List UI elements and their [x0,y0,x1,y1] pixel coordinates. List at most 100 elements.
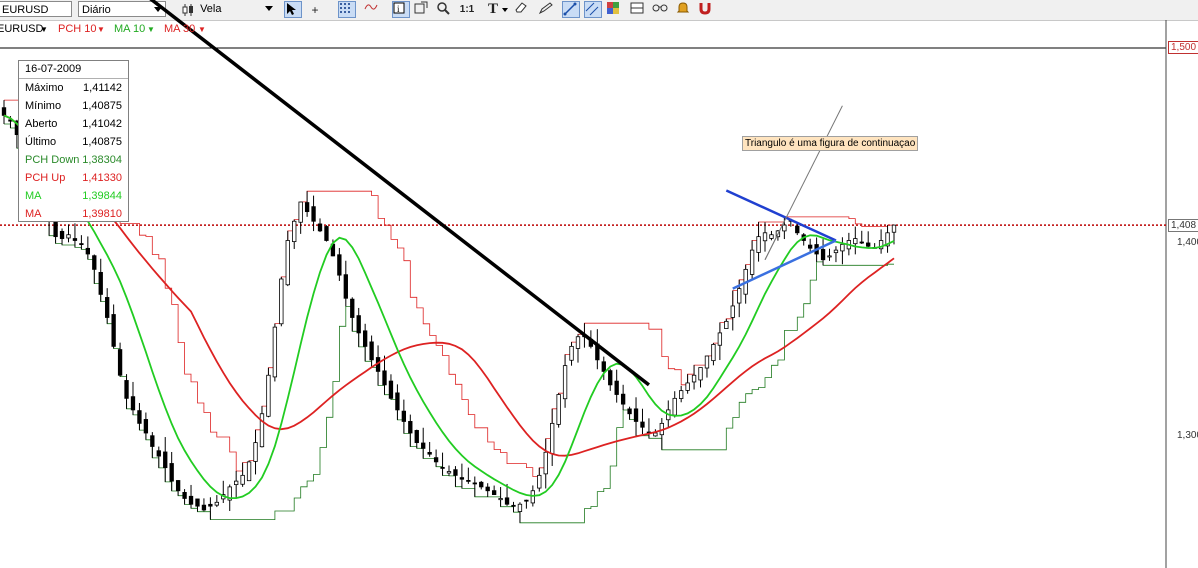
candle [414,429,419,449]
candle-body [130,396,136,411]
candle-body [272,326,278,378]
candle [575,334,581,363]
candle-body [679,390,684,399]
candle-body [730,305,735,318]
candle-body [195,498,200,507]
candle-body [124,380,129,399]
ma10-line [3,114,895,499]
candle [59,228,65,246]
candle [633,397,639,436]
candle-body [175,480,181,492]
legend-ma30[interactable]: MA 30 [164,23,195,35]
candle [659,418,664,450]
data-window-value: 1,38304 [82,154,122,166]
candle [304,191,310,217]
candle-body [575,336,581,349]
candle-body [653,432,658,437]
legend-symbol[interactable]: EURUSD [0,23,43,35]
data-window-label: MA [25,190,42,202]
candle [117,342,123,377]
candle [698,367,703,388]
candle-body [524,499,529,502]
candle [679,385,684,403]
candle [259,406,265,448]
candle [853,226,858,255]
candle [691,365,697,390]
candle-body [111,314,116,347]
candle [221,480,226,503]
candle-body [853,238,858,245]
candle-body [866,242,871,247]
candle-body [182,491,187,499]
candle-body [614,380,619,395]
candle [762,222,768,252]
candle-body [840,243,845,252]
candle-body [569,345,574,361]
candle-body [72,238,78,241]
candle-body [543,451,548,475]
data-window-label: PCH Down [25,154,80,166]
candle [840,237,845,265]
candle-body [608,370,613,386]
data-window: 16-07-2009 Máximo 1,41142 Mínimo 1,40875 Abe… [18,60,129,222]
legend-ma10[interactable]: MA 10 [114,23,145,35]
candle-body [795,225,800,234]
candle-body [601,361,606,372]
candle-body [633,408,639,422]
price-chart[interactable] [0,0,1198,568]
candle-body [156,450,161,457]
candle-body [562,365,568,400]
candle [214,495,219,508]
candle [92,254,97,284]
candle-body [711,344,716,362]
candle-body [356,315,361,334]
data-window-value: 1,39810 [82,208,122,220]
candle [427,441,432,457]
candle-body [472,482,477,485]
candle [324,225,329,242]
data-window-row: PCH Up 1,41330 [19,169,128,187]
ma30-path [3,114,895,457]
chevron-down-icon[interactable]: ▼ [97,25,105,34]
candle [524,499,529,509]
candle-body [459,477,465,480]
candle [724,318,729,329]
candle [543,438,548,489]
candle-body [292,220,297,243]
candle [833,246,839,263]
candle [749,240,755,281]
candle [421,427,426,459]
data-window-value: 1,40875 [82,136,122,148]
candle-body [691,374,697,383]
candle [440,452,445,476]
candle-body [408,421,413,434]
candle-body [530,490,536,504]
projection-line-pullback[interactable] [764,221,785,260]
candle [143,412,149,440]
candle-body [414,430,419,444]
legend-pch[interactable]: PCH 10 [58,23,97,35]
pch-down-line [4,123,894,524]
chart-annotation[interactable]: Triangulo é uma figura de continuaçao [742,136,919,151]
candle [466,467,471,484]
ma10-path [3,114,895,499]
data-window-label: PCH Up [25,172,66,184]
triangle-upper-line[interactable] [725,189,837,242]
candle [401,399,407,434]
data-window-label: MA [25,208,42,220]
candle-body [253,442,258,462]
chevron-down-icon[interactable]: ▼ [40,25,48,34]
candle [292,219,297,249]
candle-body [401,410,407,422]
data-window-row: Último 1,40875 [19,133,128,151]
candle [279,276,284,327]
candle-body [685,382,690,391]
candle [717,322,723,361]
chevron-down-icon[interactable]: ▼ [198,25,206,34]
candle [201,498,207,512]
candle-body [266,374,271,417]
resistance-trendline[interactable] [139,0,650,387]
candle-body [1,107,7,116]
candle-body [859,241,864,244]
chevron-down-icon[interactable]: ▼ [147,25,155,34]
